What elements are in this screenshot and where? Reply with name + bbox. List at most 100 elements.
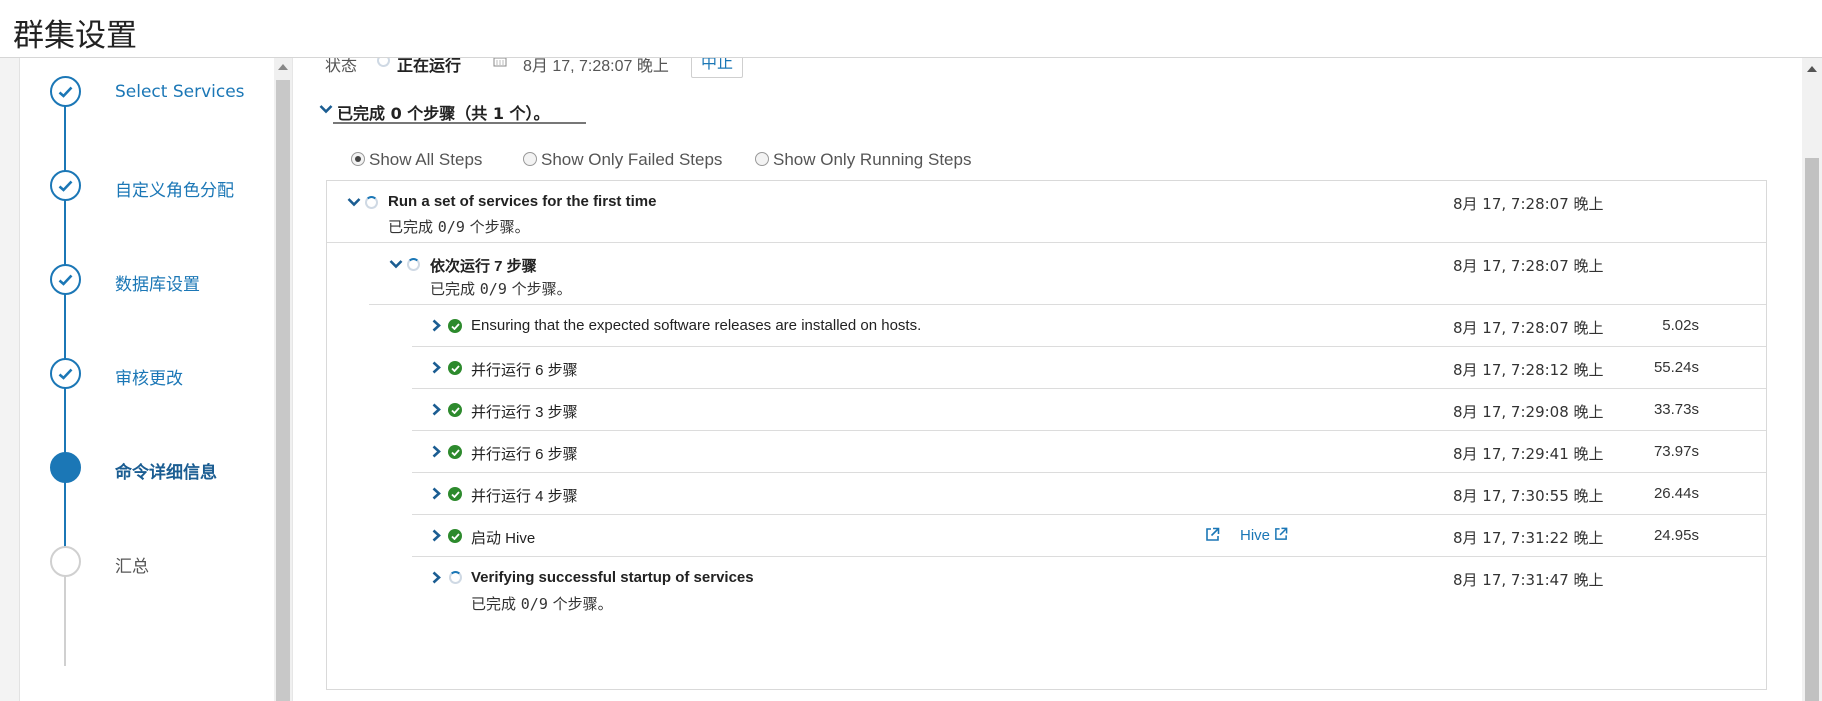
step-start-time: 8月 17, 7:31:22 晚上 <box>1453 529 1604 547</box>
progress-suffix: 个步骤。 <box>547 595 613 613</box>
external-link-icon[interactable] <box>1205 527 1220 542</box>
summary-underline <box>333 122 586 124</box>
chevron-right-icon[interactable] <box>432 487 441 500</box>
step-title: Ensuring that the expected software rele… <box>471 317 922 334</box>
step-start-time: 8月 17, 7:28:07 晚上 <box>1453 195 1604 213</box>
page-scrollbar[interactable] <box>1802 58 1822 701</box>
step-title: 并行运行 3 步骤 <box>471 404 578 421</box>
table-row-sequence: 依次运行 7 步骤 已完成 0/9 个步骤。 8月 17, 7:28:07 晚上 <box>369 243 1766 305</box>
success-check-icon <box>448 487 462 501</box>
wizard-step-label: 汇总 <box>115 557 149 577</box>
progress-suffix: 个步骤。 <box>464 218 530 236</box>
progress-count: 0/9 <box>479 280 507 298</box>
step-duration: 26.44s <box>1653 485 1699 502</box>
spinner-icon <box>365 196 378 209</box>
wizard-steps: Select Services 自定义角色分配 数据库设置 审核更改 命令详细信… <box>20 58 274 701</box>
wizard-step-label: 数据库设置 <box>115 275 200 295</box>
wizard-step-role-assignment[interactable]: 自定义角色分配 <box>50 170 280 204</box>
check-icon <box>50 76 81 107</box>
step-duration: 33.73s <box>1653 401 1699 418</box>
steps-table: Run a set of services for the first time… <box>326 180 1767 690</box>
chevron-right-icon[interactable] <box>432 445 441 458</box>
spinner-icon <box>449 571 462 584</box>
chevron-right-icon[interactable] <box>432 361 441 374</box>
success-check-icon <box>448 445 462 459</box>
wizard-step-select-services[interactable]: Select Services <box>50 76 280 110</box>
wizard-step-label: Select Services <box>115 82 245 102</box>
table-row-child: 并行运行 3 步骤 8月 17, 7:29:08 晚上 33.73s <box>412 389 1766 431</box>
scroll-up-arrow-icon[interactable] <box>1807 66 1817 72</box>
scrollbar-thumb[interactable] <box>1805 158 1819 701</box>
wizard-scrollbar[interactable] <box>274 58 292 701</box>
step-duration: 24.95s <box>1653 527 1699 544</box>
left-gutter <box>0 58 20 701</box>
filter-label: Show Only Failed Steps <box>541 150 723 169</box>
wizard-step-label: 自定义角色分配 <box>115 181 234 201</box>
steps-summary-text: 已完成 0 个步骤（共 1 个）。 <box>337 104 550 123</box>
step-start-time: 8月 17, 7:28:07 晚上 <box>1453 257 1604 275</box>
step-title: 依次运行 7 步骤 <box>430 258 537 275</box>
step-title: 并行运行 6 步骤 <box>471 362 578 379</box>
progress-prefix: 已完成 <box>430 280 480 298</box>
wizard-step-summary[interactable]: 汇总 <box>50 546 280 580</box>
step-start-time: 8月 17, 7:29:41 晚上 <box>1453 445 1604 463</box>
chevron-right-icon[interactable] <box>432 403 441 416</box>
scrollbar-thumb[interactable] <box>276 80 290 701</box>
filter-show-failed-steps[interactable]: Show Only Failed Steps <box>523 150 722 170</box>
chevron-right-icon[interactable] <box>432 571 441 584</box>
table-row-child: Ensuring that the expected software rele… <box>412 305 1766 347</box>
step-progress: 已完成 0/9 个步骤。 <box>471 593 613 614</box>
check-icon <box>50 170 81 201</box>
step-title: Run a set of services for the first time <box>388 193 657 210</box>
chevron-down-icon <box>319 105 333 114</box>
radio-unselected-icon[interactable] <box>523 152 537 166</box>
wizard-step-database-setup[interactable]: 数据库设置 <box>50 264 280 298</box>
step-start-time: 8月 17, 7:30:55 晚上 <box>1453 487 1604 505</box>
check-icon <box>50 358 81 389</box>
filter-label: Show All Steps <box>369 150 483 169</box>
radio-unselected-icon[interactable] <box>755 152 769 166</box>
table-row-child: 并行运行 6 步骤 8月 17, 7:28:12 晚上 55.24s <box>412 347 1766 389</box>
table-row-child: 并行运行 4 步骤 8月 17, 7:30:55 晚上 26.44s <box>412 473 1766 515</box>
spinner-icon <box>407 258 420 271</box>
progress-count: 0/9 <box>437 218 465 236</box>
progress-prefix: 已完成 <box>388 218 438 236</box>
command-details-panel: 状态 正在运行 8月 17, 7:28:07 晚上 中止 已完成 0 个步骤（共… <box>292 44 1802 701</box>
progress-count: 0/9 <box>520 595 548 613</box>
hive-service-link[interactable]: Hive <box>1240 527 1288 544</box>
external-link-icon <box>1275 527 1288 540</box>
filter-show-all-steps[interactable]: Show All Steps <box>351 150 482 170</box>
radio-selected-icon[interactable] <box>351 152 365 166</box>
filter-label: Show Only Running Steps <box>773 150 972 169</box>
wizard-step-command-details[interactable]: 命令详细信息 <box>50 452 280 486</box>
hive-link-label: Hive <box>1240 527 1271 544</box>
chevron-right-icon[interactable] <box>432 319 441 332</box>
step-title: 启动 Hive <box>471 530 536 547</box>
step-progress: 已完成 0/9 个步骤。 <box>430 278 572 299</box>
table-row-child: 启动 Hive Hive 8月 17, 7:31:22 晚上 24.95s <box>412 515 1766 557</box>
chevron-down-icon[interactable] <box>389 259 403 269</box>
check-icon <box>50 264 81 295</box>
step-duration: 55.24s <box>1653 359 1699 376</box>
step-start-time: 8月 17, 7:28:12 晚上 <box>1453 361 1604 379</box>
chevron-down-icon[interactable] <box>347 197 361 207</box>
wizard-step-label: 审核更改 <box>115 369 183 389</box>
step-start-time: 8月 17, 7:28:07 晚上 <box>1453 319 1604 337</box>
table-row-child: 并行运行 6 步骤 8月 17, 7:29:41 晚上 73.97s <box>412 431 1766 473</box>
step-title: 并行运行 6 步骤 <box>471 446 578 463</box>
pending-step-circle-icon <box>50 546 81 577</box>
success-check-icon <box>448 529 462 543</box>
current-step-dot-icon <box>50 452 81 483</box>
page-title: 群集设置 <box>13 18 137 54</box>
progress-prefix: 已完成 <box>471 595 521 613</box>
table-row-verify: Verifying successful startup of services… <box>412 557 1766 619</box>
success-check-icon <box>448 403 462 417</box>
wizard-step-review-changes[interactable]: 审核更改 <box>50 358 280 392</box>
step-progress: 已完成 0/9 个步骤。 <box>388 216 530 237</box>
filter-show-running-steps[interactable]: Show Only Running Steps <box>755 150 971 170</box>
step-title: 并行运行 4 步骤 <box>471 488 578 505</box>
chevron-right-icon[interactable] <box>432 529 441 542</box>
scroll-up-arrow-icon[interactable] <box>278 64 288 70</box>
step-duration: 73.97s <box>1653 443 1699 460</box>
wizard-step-label: 命令详细信息 <box>115 463 217 483</box>
